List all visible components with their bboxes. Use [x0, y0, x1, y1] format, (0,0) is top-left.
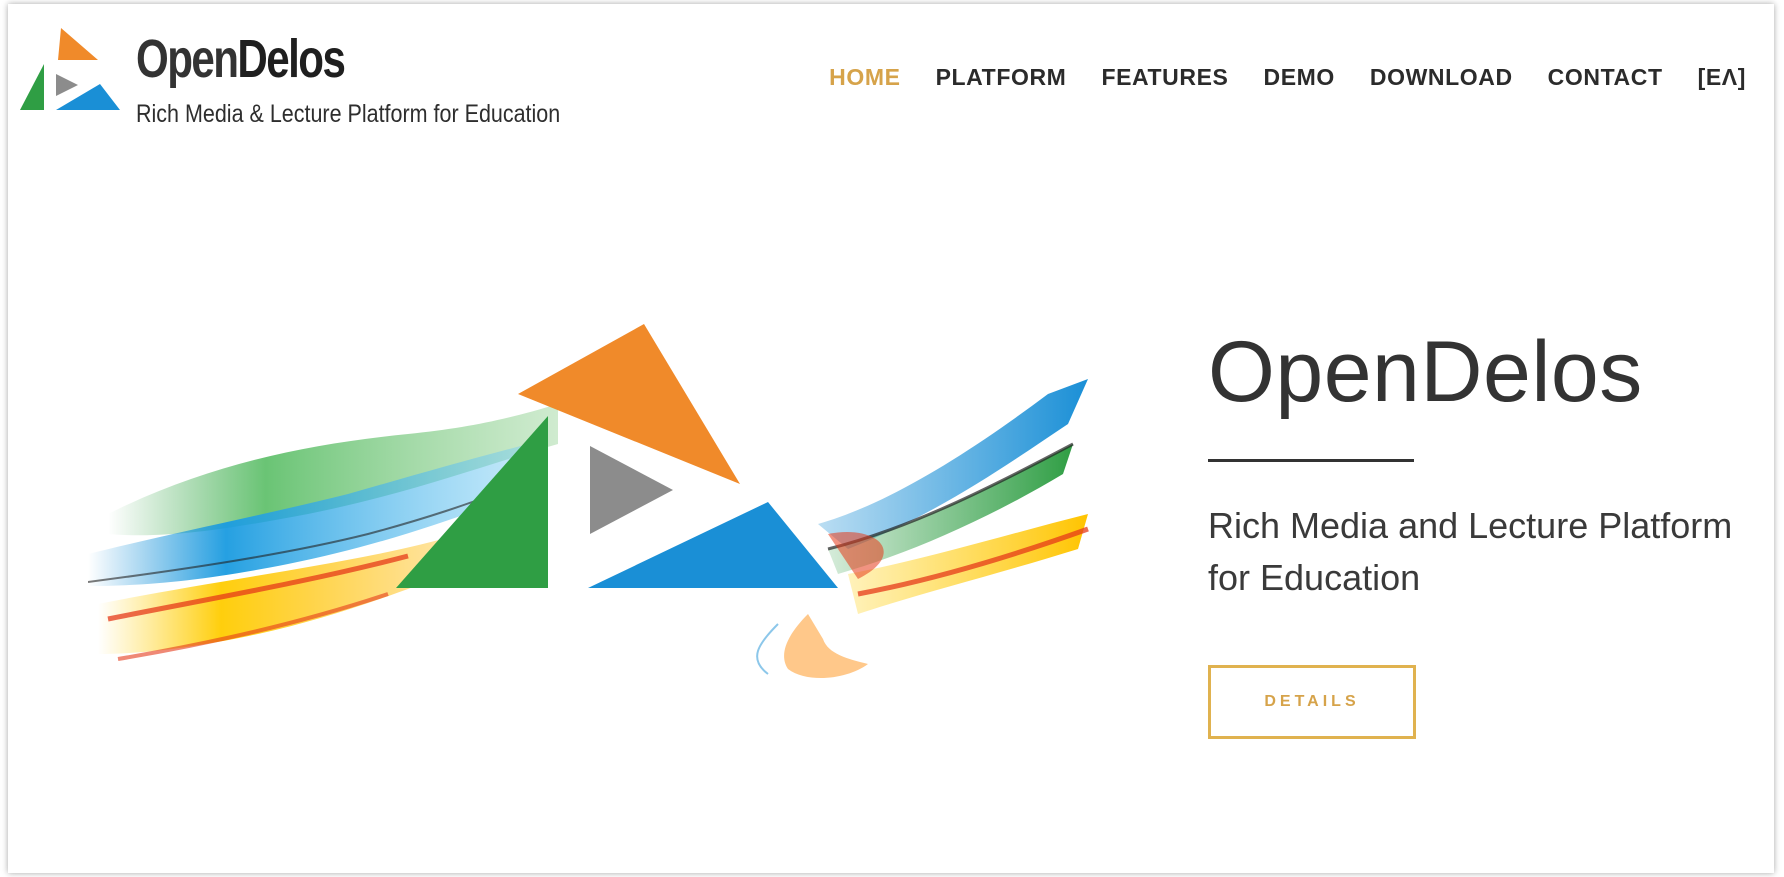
nav-item-demo[interactable]: DEMO: [1263, 64, 1334, 91]
nav-item-download[interactable]: DOWNLOAD: [1370, 64, 1513, 91]
brand-title-delos: Delos: [237, 29, 345, 89]
brand-title: OpenDelos: [136, 29, 346, 89]
hero-orange-triangle: [518, 324, 740, 484]
nav-item-contact[interactable]: CONTACT: [1548, 64, 1663, 91]
nav-item-platform[interactable]: PLATFORM: [936, 64, 1067, 91]
hero-illustration: [88, 324, 1089, 679]
hero-divider: [1208, 459, 1414, 462]
hero-title: OpenDelos: [1208, 324, 1643, 420]
nav-item-features[interactable]: FEATURES: [1101, 64, 1228, 91]
brand-title-open: Open: [136, 29, 239, 89]
nav-item-language[interactable]: [ΕΛ]: [1698, 64, 1746, 91]
hero-gray-play: [590, 446, 673, 534]
nav-item-home[interactable]: HOME: [829, 64, 900, 91]
brand-tagline: Rich Media & Lecture Platform for Educat…: [136, 100, 561, 128]
hero-text-block: OpenDelos Rich Media and Lecture Platfor…: [1208, 329, 1768, 604]
brand-logo[interactable]: OpenDelos Rich Media & Lecture Platform …: [16, 28, 576, 128]
opendelos-logo-icon: [20, 28, 120, 110]
hero-subtitle: Rich Media and Lecture Platform for Educ…: [1208, 505, 1733, 598]
main-nav: HOME PLATFORM FEATURES DEMO DOWNLOAD CON…: [829, 64, 1746, 91]
details-button[interactable]: DETAILS: [1208, 665, 1416, 739]
page-frame: OpenDelos Rich Media & Lecture Platform …: [8, 4, 1774, 873]
